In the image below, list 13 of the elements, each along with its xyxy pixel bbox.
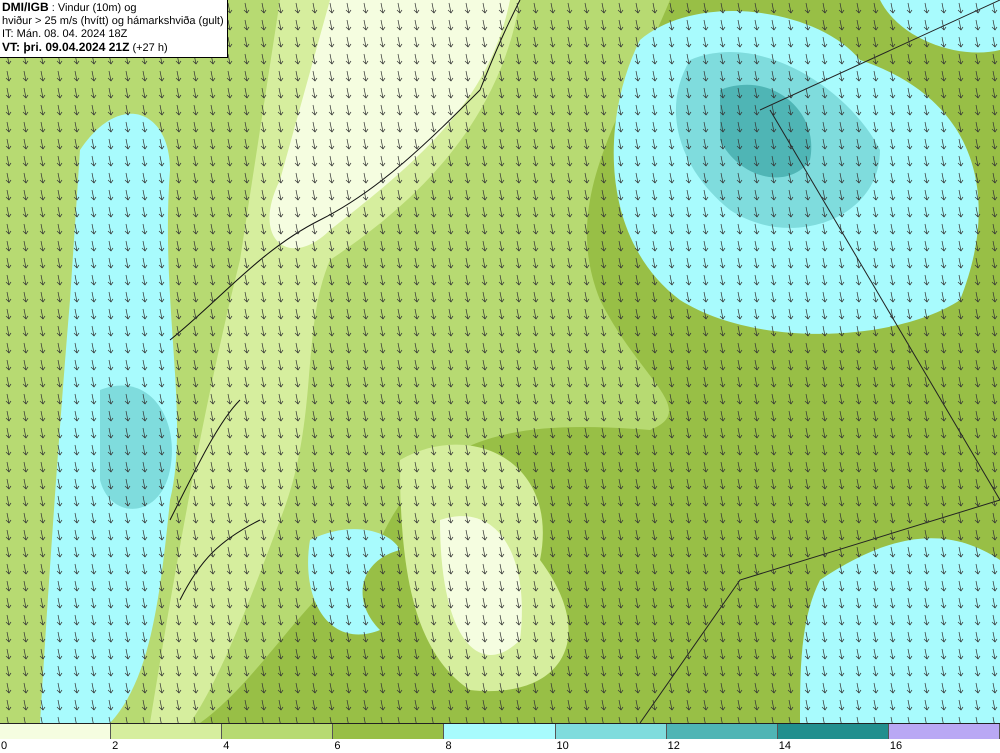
tick-label: 10 [556,739,570,753]
header-text: VT: þri. 09.04.2024 21Z (+27 h) [2,41,169,55]
tick-label: 16 [888,739,904,753]
header-text: DMI/IGB : Vindur (10m) og [2,1,138,15]
tick-label: 2 [111,739,120,753]
tick-label: 0 [0,739,8,753]
tick-label: 6 [333,739,342,753]
tick-label: 12 [666,739,681,753]
tick-label: 8 [444,739,453,753]
tick-label: 14 [778,739,792,753]
header-text: IT: Mán. 08. 04. 2024 18Z [2,28,128,41]
tick-label: 4 [222,739,230,753]
header-text: hviður > 25 m/s (hvítt) og hámarkshviða (gult) [2,15,224,28]
